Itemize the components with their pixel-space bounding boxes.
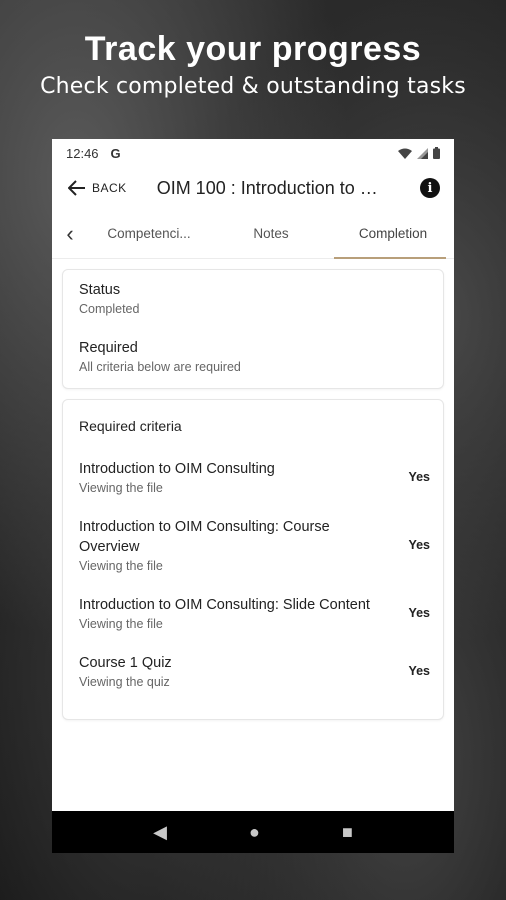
back-button[interactable]: BACK [68, 180, 127, 196]
criterion-name: Introduction to OIM Consulting: Course O… [79, 519, 330, 555]
battery-icon [433, 147, 440, 159]
criterion-status: Yes [408, 664, 430, 678]
criterion-name: Course 1 Quiz [79, 655, 172, 671]
nav-recents-icon[interactable]: ■ [342, 822, 353, 843]
criteria-title: Required criteria [79, 418, 182, 434]
arrow-left-icon [68, 180, 85, 196]
tabs-scroll-left-icon[interactable]: ‹ [52, 209, 88, 258]
signal-icon [417, 147, 428, 159]
tab-competencies[interactable]: Competenci... [88, 209, 210, 258]
status-time: 12:46 [66, 145, 99, 161]
status-bar: 12:46 G [52, 139, 454, 167]
promo-subtitle: Check completed & outstanding tasks [40, 74, 466, 99]
phone-screen: 12:46 G BACK OIM 100 : Introduction to O… [52, 139, 454, 849]
criteria-card: Required criteria Introduction to OIM Co… [62, 399, 444, 720]
android-nav-bar: ◀ ● ■ [52, 811, 454, 853]
criterion-item: Course 1 Quiz Viewing the quiz Yes [79, 653, 430, 689]
tab-notes[interactable]: Notes [210, 209, 332, 258]
promo-title: Track your progress [84, 30, 422, 68]
criterion-status: Yes [408, 606, 430, 620]
criterion-item: Introduction to OIM Consulting Viewing t… [79, 459, 430, 495]
google-notification-icon: G [110, 145, 121, 161]
criterion-status: Yes [408, 538, 430, 552]
back-label: BACK [92, 181, 127, 195]
nav-back-icon[interactable]: ◀ [153, 822, 167, 843]
criterion-item: Introduction to OIM Consulting: Slide Co… [79, 595, 430, 631]
tab-completion[interactable]: Completion [332, 209, 454, 259]
page-title: OIM 100 : Introduction to OIM Consulting [156, 177, 389, 198]
status-card: Status Completed Required All criteria b… [62, 269, 444, 389]
required-field: Required All criteria below are required [79, 340, 427, 374]
criterion-method: Viewing the file [79, 559, 163, 573]
tab-bar: ‹ Competenci... Notes Completion [52, 209, 454, 259]
status-label: Status [79, 282, 121, 298]
app-bar: BACK OIM 100 : Introduction to OIM Consu… [52, 167, 454, 209]
status-icons [398, 147, 440, 159]
required-label: Required [79, 340, 138, 356]
status-value: Completed [79, 302, 140, 316]
criterion-name: Introduction to OIM Consulting: Slide Co… [79, 597, 370, 613]
criterion-status: Yes [408, 470, 430, 484]
criterion-item: Introduction to OIM Consulting: Course O… [79, 517, 430, 573]
wifi-icon [398, 148, 412, 159]
status-field: Status Completed [79, 282, 427, 316]
criterion-method: Viewing the quiz [79, 675, 170, 689]
criterion-method: Viewing the file [79, 617, 163, 631]
criterion-name: Introduction to OIM Consulting [79, 461, 275, 477]
main-content: Status Completed Required All criteria b… [52, 259, 454, 720]
info-icon[interactable]: i [420, 178, 440, 198]
nav-home-icon[interactable]: ● [249, 822, 260, 843]
required-value: All criteria below are required [79, 360, 241, 374]
criterion-method: Viewing the file [79, 481, 163, 495]
